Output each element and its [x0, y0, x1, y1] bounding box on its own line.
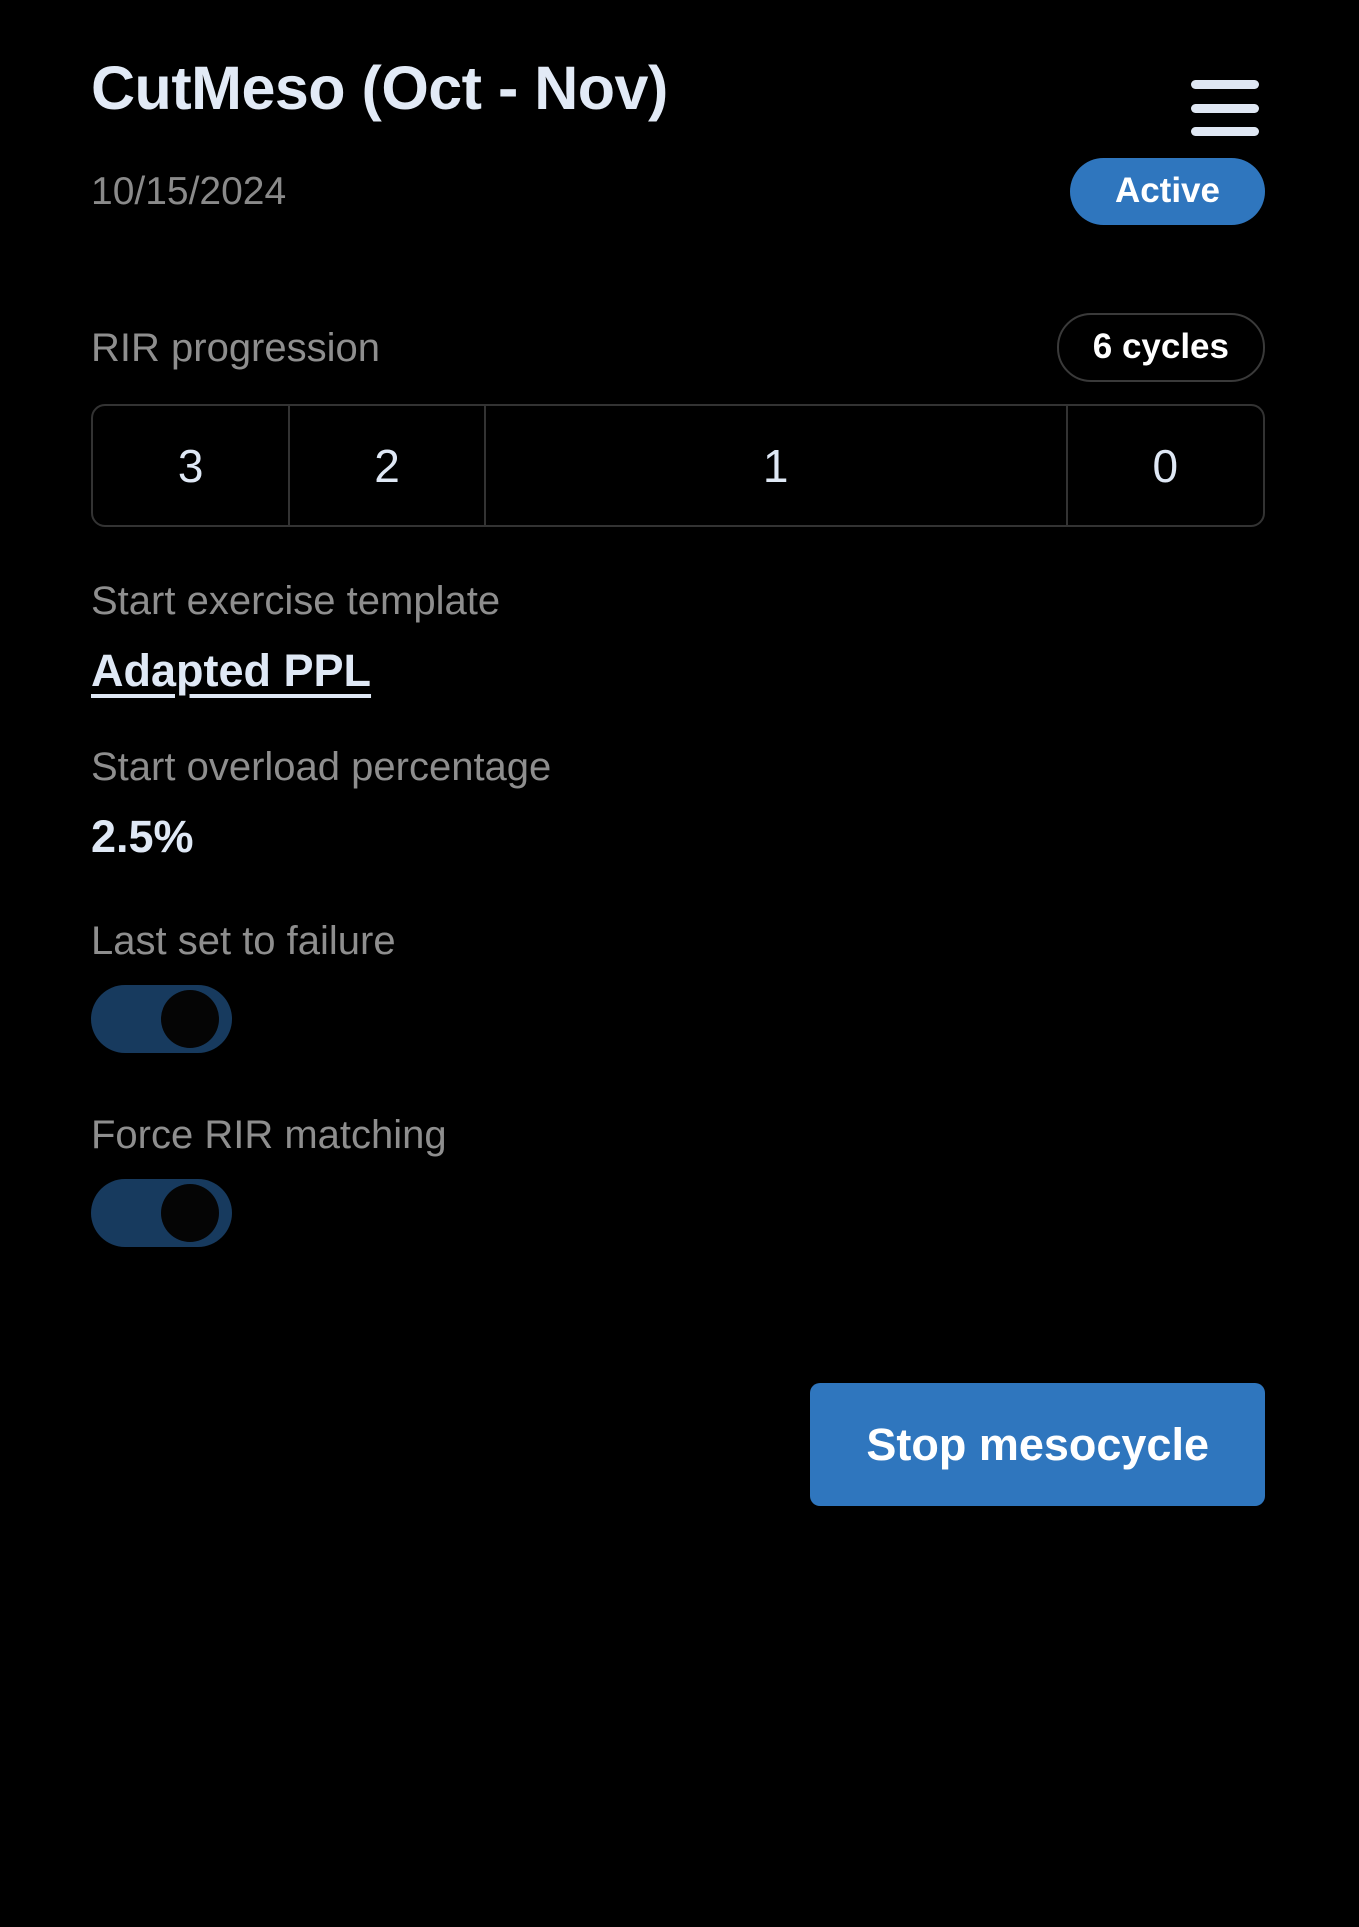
- last-set-to-failure-toggle[interactable]: [91, 985, 232, 1053]
- last-set-to-failure-field: Last set to failure: [91, 921, 1265, 1053]
- status-badge: Active: [1069, 158, 1265, 225]
- hamburger-bar-middle: [1191, 103, 1259, 113]
- start-overload-percentage-value: 2.5%: [91, 811, 194, 862]
- rir-progression-bar[interactable]: 3210: [91, 404, 1265, 527]
- rir-segment-0[interactable]: 0: [1068, 406, 1263, 525]
- footer-actions: Stop mesocycle: [91, 1383, 1265, 1506]
- force-rir-matching-field: Force RIR matching: [91, 1115, 1265, 1247]
- cycles-count-chip[interactable]: 6 cycles: [1056, 313, 1265, 382]
- hamburger-menu-icon[interactable]: [1191, 80, 1259, 136]
- rir-segment-2[interactable]: 2: [290, 406, 486, 525]
- start-overload-percentage-field: Start overload percentage 2.5%: [91, 747, 1265, 859]
- page-title: CutMeso (Oct - Nov): [91, 54, 668, 122]
- toggle-knob: [161, 1184, 219, 1242]
- rir-progression-label: RIR progression: [91, 325, 381, 370]
- subheader: 10/15/2024 Active: [91, 158, 1265, 225]
- last-set-to-failure-label: Last set to failure: [91, 919, 396, 963]
- mesocycle-detail-screen: CutMeso (Oct - Nov) 10/15/2024 Active RI…: [0, 0, 1359, 1927]
- start-date: 10/15/2024: [91, 170, 287, 213]
- rir-segment-3[interactable]: 3: [93, 406, 291, 525]
- start-overload-percentage-label: Start overload percentage: [91, 745, 552, 789]
- hamburger-bar-bottom: [1191, 127, 1259, 136]
- stop-mesocycle-button[interactable]: Stop mesocycle: [810, 1383, 1265, 1506]
- rir-segment-1[interactable]: 1: [486, 406, 1068, 525]
- rir-progression-header: RIR progression 6 cycles: [91, 313, 1265, 382]
- start-exercise-template-field: Start exercise template Adapted PPL: [91, 581, 1265, 693]
- hamburger-bar-top: [1191, 80, 1259, 89]
- start-exercise-template-label: Start exercise template: [91, 579, 501, 623]
- force-rir-matching-toggle[interactable]: [91, 1179, 232, 1247]
- force-rir-matching-label: Force RIR matching: [91, 1113, 447, 1157]
- toggle-knob: [161, 990, 219, 1048]
- start-exercise-template-value[interactable]: Adapted PPL: [91, 648, 371, 693]
- header: CutMeso (Oct - Nov): [91, 0, 1265, 136]
